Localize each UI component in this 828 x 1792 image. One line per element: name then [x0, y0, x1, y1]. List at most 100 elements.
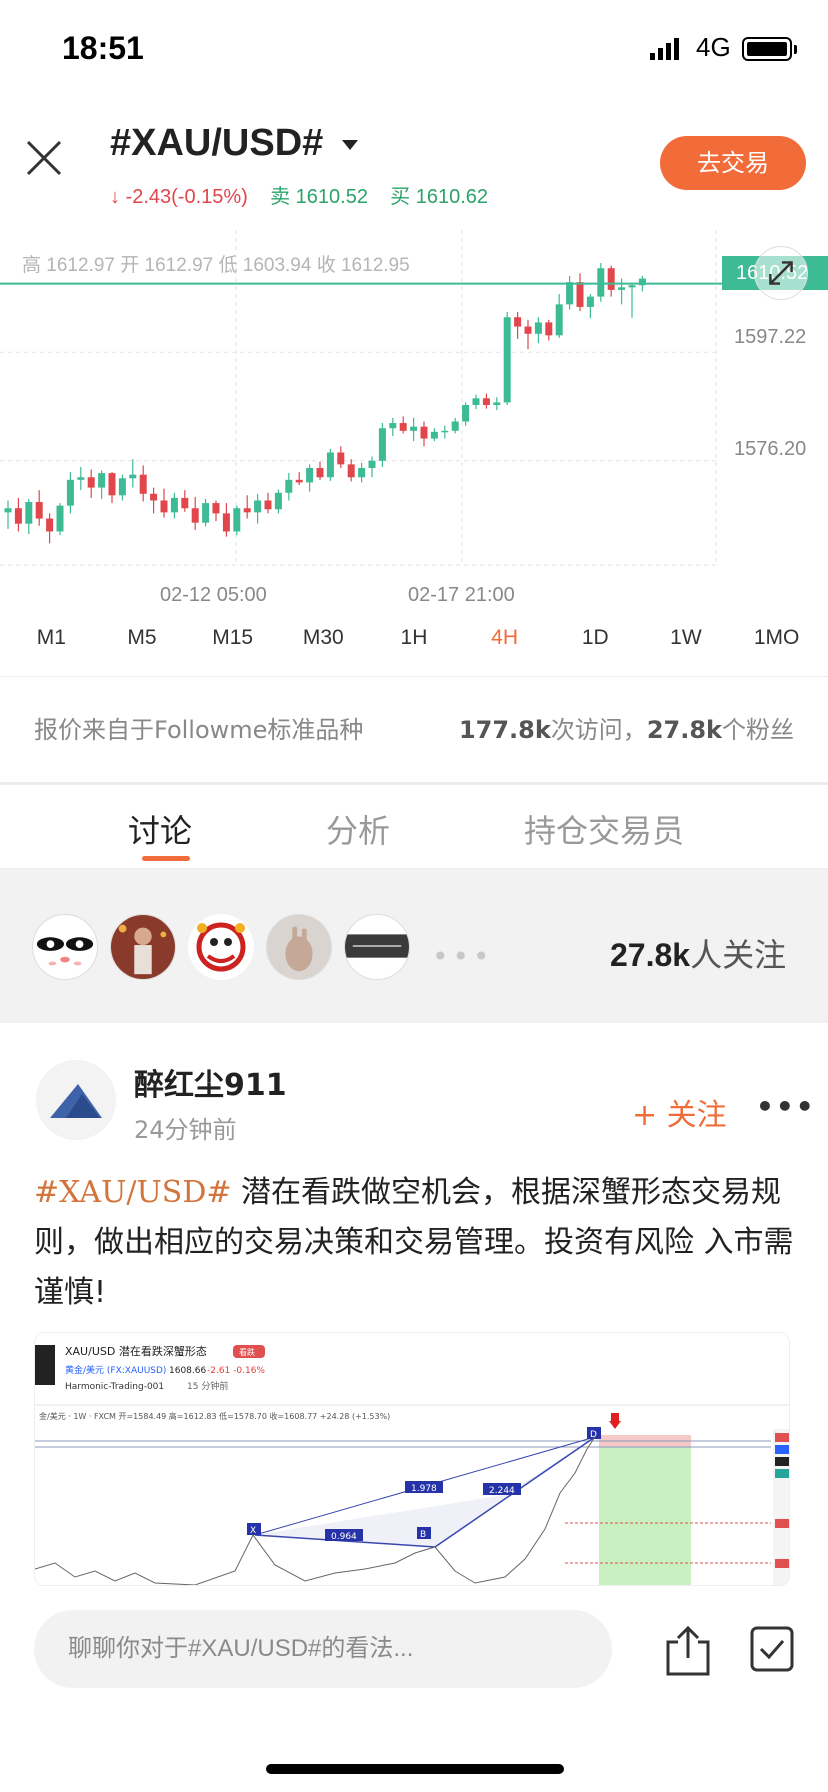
ohlc-readout: 高 1612.97 开 1612.97 低 1603.94 收 1612.95 [22, 255, 410, 276]
candle [181, 490, 189, 512]
candle-body [545, 322, 553, 336]
symbol-stats: 177.8k次访问，27.8k个粉丝 [459, 710, 794, 745]
candle-body [160, 500, 168, 513]
timeframe-m15[interactable]: M15 [189, 626, 277, 662]
post-image[interactable]: XAU/USD 潜在看跌深蟹形态 看跌 黄金/美元 (FX:XAUUSD) 16… [34, 1332, 790, 1586]
follow-button[interactable]: + 关注 [632, 1090, 727, 1134]
candle-body [14, 508, 22, 524]
candle-body [472, 398, 480, 405]
candle-body [524, 326, 532, 334]
sell-price: 1610.52 [295, 186, 368, 208]
price-change: ↓ -2.43(-0.15%) [110, 186, 248, 208]
timeframe-1mo[interactable]: 1MO [733, 626, 821, 662]
candle [4, 500, 12, 529]
home-indicator [266, 1764, 564, 1774]
image-instrument: 黄金/美元 (FX:XAUUSD) [65, 1364, 166, 1376]
pattern-ratio: 0.964 [331, 1532, 357, 1542]
candle [150, 487, 158, 514]
timeframe-1w[interactable]: 1W [642, 626, 730, 662]
candle-body [586, 296, 594, 307]
timeframe-1h[interactable]: 1H [370, 626, 458, 662]
candle [514, 312, 522, 339]
close-icon[interactable] [22, 136, 66, 180]
candle [202, 498, 210, 527]
candle-body [139, 474, 147, 494]
candle [264, 492, 272, 514]
candle [222, 503, 230, 537]
checkbox-icon[interactable] [750, 1626, 794, 1672]
candle [25, 498, 33, 535]
candle-body [25, 502, 33, 524]
candle [358, 462, 366, 483]
candle-body [243, 508, 251, 513]
trade-button[interactable]: 去交易 [660, 136, 806, 190]
avatar[interactable] [266, 914, 332, 980]
candle-body [410, 426, 418, 431]
tab-discussion[interactable]: 讨论 [128, 806, 192, 852]
avatar[interactable] [344, 914, 410, 980]
timeframe-1d[interactable]: 1D [551, 626, 639, 662]
candle [87, 469, 95, 498]
more-options-icon[interactable]: ••• [756, 1090, 816, 1123]
candle [534, 317, 542, 344]
image-author: Harmonic-Trading-001 [65, 1382, 164, 1392]
candle [399, 416, 407, 434]
candle [607, 265, 615, 297]
image-price: 1608.66 [169, 1366, 206, 1376]
candle [191, 496, 199, 530]
follower-count-number: 27.8k [610, 937, 691, 973]
candle-body [98, 473, 106, 488]
x-tick-label: 02-17 21:00 [408, 584, 515, 606]
image-title: XAU/USD 潜在看跌深蟹形态 [65, 1344, 207, 1358]
candle-body [87, 477, 95, 488]
chevron-down-icon[interactable] [342, 140, 358, 150]
candle-body [566, 282, 574, 305]
timeframe-m1[interactable]: M1 [7, 626, 95, 662]
timeframe-4h[interactable]: 4H [461, 626, 549, 662]
symbol-hashtag[interactable]: #XAU/USD# [34, 1175, 232, 1210]
candle [462, 402, 470, 426]
candle [118, 474, 126, 501]
fans-count: 27.8k [646, 716, 722, 744]
candle [441, 425, 449, 439]
buy-price: 1610.62 [415, 186, 489, 208]
candle [316, 461, 324, 480]
avatar[interactable] [32, 914, 98, 980]
more-followers-indicator: ••• [432, 940, 494, 973]
tab-position-traders[interactable]: 持仓交易员 [524, 806, 684, 852]
candle [482, 393, 490, 409]
fans-label: 个粉丝 [722, 716, 794, 744]
candle [212, 500, 220, 522]
candle [545, 319, 553, 341]
candle [472, 394, 480, 410]
candle [306, 464, 314, 492]
expand-icon[interactable] [754, 246, 808, 300]
avatar[interactable] [110, 914, 176, 980]
candle-body [181, 497, 189, 509]
candle-body [399, 423, 407, 431]
author-avatar[interactable] [36, 1060, 116, 1140]
timeframe-m5[interactable]: M5 [98, 626, 186, 662]
image-change: -2.61 -0.16% [207, 1366, 265, 1376]
candle [46, 513, 54, 544]
candle [326, 448, 334, 481]
post-author[interactable]: 醉红尘911 [134, 1060, 287, 1104]
candle [618, 278, 626, 305]
tab-analysis[interactable]: 分析 [326, 806, 390, 852]
candle-body [493, 402, 501, 405]
candlestick-chart[interactable] [0, 230, 828, 610]
visits-count: 177.8k [458, 716, 551, 744]
candle [243, 495, 251, 519]
share-icon[interactable] [664, 1624, 712, 1676]
candle [566, 275, 574, 310]
candle-body [254, 500, 262, 513]
quote-line: ↓ -2.43(-0.15%) 卖 1610.52 买 1610.62 [110, 180, 488, 209]
candle-body [150, 493, 158, 501]
candle-body [264, 500, 272, 510]
candle [129, 459, 137, 488]
timeframe-m30[interactable]: M30 [279, 626, 367, 662]
avatar[interactable] [188, 914, 254, 980]
candle-body [430, 431, 438, 439]
comment-input[interactable] [34, 1610, 612, 1688]
symbol-title[interactable]: #XAU/USD# [110, 122, 323, 165]
